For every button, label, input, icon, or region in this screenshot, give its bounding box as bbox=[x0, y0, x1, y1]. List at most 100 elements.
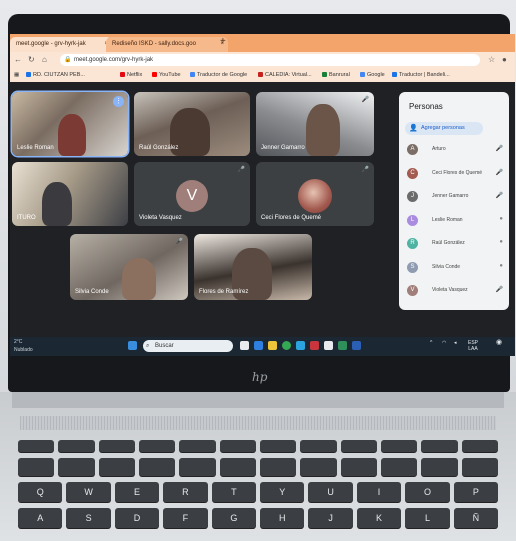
key: E bbox=[114, 482, 160, 502]
avatar: V bbox=[176, 180, 208, 212]
taskbar: 2°C Nublado ⌕ Buscar ^ ◠ ◂ ESP LAA ◉ bbox=[10, 337, 515, 356]
store-icon[interactable] bbox=[324, 341, 333, 350]
add-person-icon: 👤 bbox=[409, 125, 418, 132]
wifi-icon[interactable]: ◠ bbox=[442, 340, 446, 346]
participant-tile[interactable]: Flores de Ramírez bbox=[194, 234, 312, 300]
participant-name: Flores de Ramírez bbox=[199, 289, 249, 295]
participant-tile[interactable]: 🎤 Silvia Conde bbox=[70, 234, 188, 300]
participant-tile[interactable]: ITURO bbox=[12, 162, 128, 226]
avatar: A bbox=[407, 144, 418, 155]
apps-icon[interactable]: ▦ bbox=[14, 68, 19, 82]
bookmark-item[interactable]: Google bbox=[360, 68, 385, 82]
mic-off-icon: 🎤 bbox=[495, 169, 503, 176]
hp-logo: hp bbox=[252, 370, 268, 384]
list-item[interactable]: L Leslie Roman ● bbox=[405, 211, 505, 235]
url-text: meet.google.com/grv-hyrk-jak bbox=[74, 57, 154, 63]
bookmark-item[interactable]: YouTube bbox=[152, 68, 181, 82]
widgets-icon[interactable] bbox=[254, 341, 263, 350]
key: J bbox=[308, 508, 353, 528]
participant-tile[interactable]: Raúl González bbox=[134, 92, 250, 156]
word-icon[interactable] bbox=[352, 341, 361, 350]
key: U bbox=[308, 482, 353, 502]
avatar: C bbox=[407, 167, 418, 179]
key: Ñ bbox=[453, 508, 499, 528]
qwerty-key-row: Q W E R T Y U I O P bbox=[18, 482, 499, 502]
avatar: L bbox=[407, 214, 418, 226]
list-item[interactable]: C Ceci Flores de Quemé 🎤 bbox=[405, 164, 505, 188]
reload-icon[interactable]: ↻ bbox=[28, 55, 35, 64]
search-icon: ⌕ bbox=[146, 343, 150, 349]
key: K bbox=[356, 508, 402, 528]
home-icon[interactable]: ⌂ bbox=[42, 55, 47, 64]
audio-icon: ● bbox=[499, 239, 503, 245]
weather-widget[interactable]: 2°C Nublado bbox=[14, 338, 33, 354]
app-icon[interactable] bbox=[310, 341, 319, 350]
key: H bbox=[260, 508, 305, 528]
bookmarks-bar: ▦ RD. CIUTZAN PEB... Netflix YouTube Tra… bbox=[10, 68, 515, 83]
meet-stage: ⋮ Leslie Roman Raúl González 🎤 Jenner Ga… bbox=[10, 82, 515, 356]
avatar: V bbox=[407, 285, 418, 296]
chrome-icon[interactable] bbox=[282, 341, 291, 350]
participant-tile[interactable]: 🎤 Jenner Gamarro bbox=[256, 92, 374, 156]
participant-name: Silvia Conde bbox=[75, 289, 109, 295]
participant-tile[interactable]: V 🎤 Violeta Vasquez bbox=[134, 162, 250, 226]
participant-tile[interactable]: ⋮ Leslie Roman bbox=[12, 92, 128, 156]
participant-name: Violeta Vasquez bbox=[139, 215, 182, 221]
key: G bbox=[211, 508, 257, 528]
person-name: Violeta Vasquez bbox=[432, 287, 468, 293]
back-icon[interactable]: ← bbox=[14, 55, 22, 64]
people-panel: Personas 👤 Agregar personas A Arturo 🎤 C… bbox=[399, 92, 509, 310]
file-explorer-icon[interactable] bbox=[268, 341, 277, 350]
notification-icon[interactable]: ◉ bbox=[496, 339, 502, 346]
chevron-up-icon[interactable]: ^ bbox=[430, 340, 432, 346]
key: I bbox=[356, 482, 402, 502]
bookmark-item[interactable]: Traductor | Bandeli... bbox=[392, 68, 450, 82]
volume-icon[interactable]: ◂ bbox=[454, 340, 457, 346]
key: D bbox=[114, 508, 160, 528]
tab-docs[interactable]: Rediseño ISKD - sally.docs.goo × bbox=[106, 37, 228, 52]
star-icon[interactable]: ☆ bbox=[488, 55, 495, 64]
profile-icon[interactable]: ● bbox=[502, 55, 507, 64]
people-list: A Arturo 🎤 C Ceci Flores de Quemé 🎤 J Je… bbox=[405, 140, 505, 305]
key: Q bbox=[18, 482, 63, 502]
add-people-button[interactable]: 👤 Agregar personas bbox=[405, 122, 483, 135]
bookmark-item[interactable]: Traductor de Google bbox=[190, 68, 247, 82]
taskbar-search[interactable]: ⌕ Buscar bbox=[143, 340, 233, 352]
participant-name: Jenner Gamarro bbox=[261, 145, 305, 151]
edge-icon[interactable] bbox=[296, 341, 305, 350]
home-key-row: A S D F G H J K L Ñ bbox=[18, 508, 499, 528]
bookmark-item[interactable]: Banrural bbox=[322, 68, 350, 82]
key: T bbox=[211, 482, 257, 502]
avatar: J bbox=[407, 191, 418, 202]
task-view-icon[interactable] bbox=[240, 341, 249, 350]
add-people-label: Agregar personas bbox=[421, 125, 465, 131]
avatar: R bbox=[407, 238, 418, 249]
more-options-icon[interactable]: ⋮ bbox=[113, 96, 124, 107]
list-item[interactable]: J Jenner Gamarro 🎤 bbox=[405, 187, 505, 211]
url-field[interactable]: 🔒 meet.google.com/grv-hyrk-jak bbox=[60, 54, 480, 66]
excel-icon[interactable] bbox=[338, 341, 347, 350]
language-indicator[interactable]: ESP LAA bbox=[468, 340, 478, 352]
person-name: Jenner Gamarro bbox=[432, 193, 469, 199]
bookmark-item[interactable]: RD. CIUTZAN PEB... bbox=[26, 68, 85, 82]
new-tab-button[interactable]: + bbox=[220, 36, 226, 47]
key: P bbox=[453, 482, 499, 502]
tab-strip: meet.google - grv-hyrk-jak × Rediseño IS… bbox=[10, 34, 515, 52]
list-item[interactable]: V Violeta Vasquez 🎤 bbox=[405, 281, 505, 305]
key: L bbox=[405, 508, 450, 528]
list-item[interactable]: R Raúl González ● bbox=[405, 234, 505, 258]
mic-off-icon: 🎤 bbox=[237, 167, 245, 173]
key: R bbox=[163, 482, 208, 502]
participant-name: Raúl González bbox=[139, 145, 179, 151]
function-key-row bbox=[18, 440, 498, 452]
bookmark-item[interactable]: Netflix bbox=[120, 68, 142, 82]
bookmark-item[interactable]: CALEDIA: Virtual... bbox=[258, 68, 312, 82]
participant-name: ITURO bbox=[17, 215, 36, 221]
list-item[interactable]: S Silvia Conde ● bbox=[405, 258, 505, 282]
tab-meet[interactable]: meet.google - grv-hyrk-jak × bbox=[10, 37, 112, 52]
participant-name: Leslie Roman bbox=[17, 145, 54, 151]
participant-tile[interactable]: 🎤 Ceci Flores de Quemé bbox=[256, 162, 374, 226]
windows-start-icon[interactable] bbox=[128, 341, 137, 350]
laptop-screen: meet.google - grv-hyrk-jak × Rediseño IS… bbox=[10, 34, 515, 356]
list-item[interactable]: A Arturo 🎤 bbox=[405, 140, 505, 164]
